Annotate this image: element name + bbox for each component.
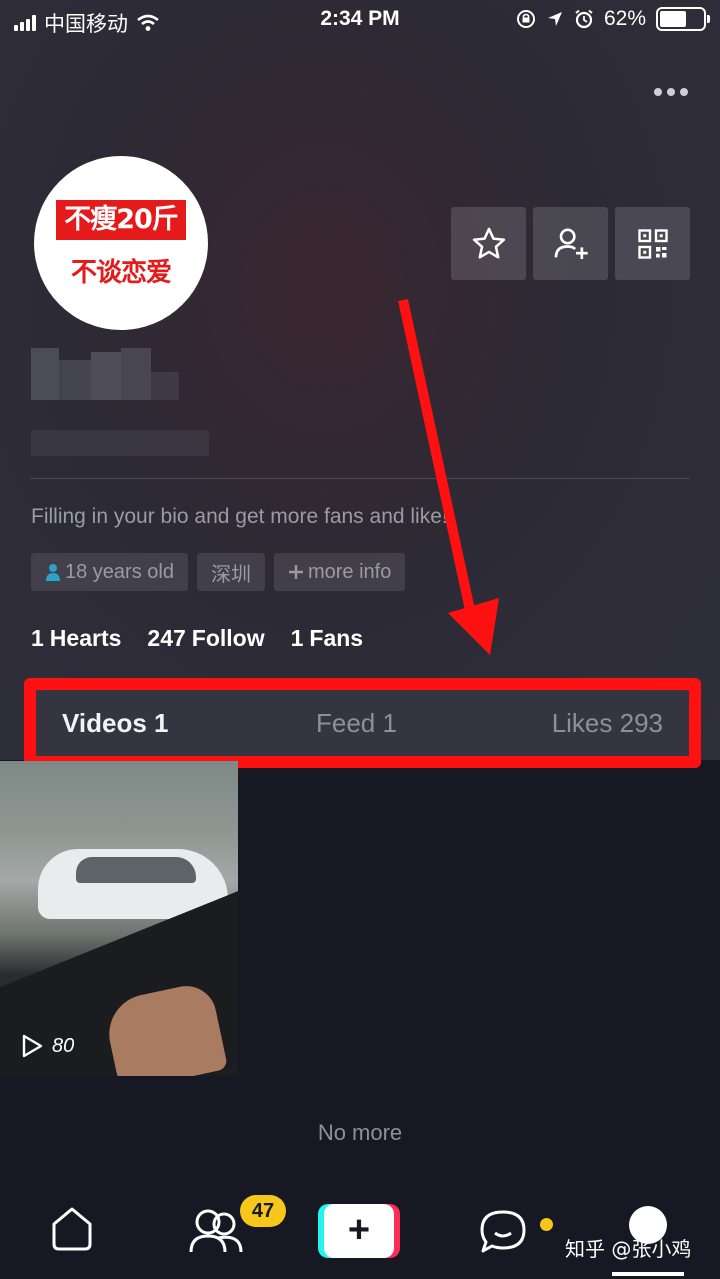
more-info-tag[interactable]: more info [273, 553, 406, 591]
plus-icon: + [324, 1204, 394, 1258]
age-label: 18 years old [65, 560, 174, 583]
favorite-button[interactable] [451, 207, 526, 280]
add-friend-button[interactable] [533, 207, 608, 280]
battery-level [660, 11, 687, 27]
nav-messages[interactable] [478, 1208, 528, 1261]
play-icon [22, 1034, 43, 1058]
nav-home[interactable] [48, 1204, 96, 1259]
star-icon [472, 227, 505, 259]
stat-fans-value: 1 [290, 625, 304, 651]
more-options-button[interactable] [654, 88, 688, 96]
friends-icon [189, 1209, 243, 1253]
create-button[interactable]: + [318, 1204, 400, 1258]
age-tag: 18 years old [31, 553, 188, 591]
rotation-lock-icon [516, 10, 535, 28]
battery-percent: 62% [603, 7, 646, 30]
stat-follow-value: 247 [147, 625, 186, 651]
home-icon [52, 1207, 92, 1251]
stat-follow[interactable]: 247 Follow [147, 625, 264, 652]
message-icon [480, 1210, 526, 1253]
status-bar: 中国移动 2:34 PM 62% [0, 0, 720, 40]
qr-code-icon [637, 228, 668, 259]
friends-badge: 47 [240, 1195, 286, 1227]
play-count-value: 80 [52, 1034, 75, 1057]
location-tag: 深圳 [196, 553, 265, 591]
avatar[interactable]: 不瘦20斤 不谈恋爱 [34, 156, 208, 330]
stat-hearts-label: Hearts [49, 625, 122, 651]
nav-friends[interactable] [188, 1208, 244, 1261]
battery-icon [656, 7, 710, 31]
profile-tags: 18 years old 深圳 more info [31, 553, 406, 591]
qr-code-button[interactable] [615, 207, 690, 280]
stat-hearts-value: 1 [31, 625, 44, 651]
stat-fans[interactable]: 1 Fans [291, 625, 363, 652]
person-icon [46, 564, 60, 581]
video-thumbnail[interactable]: 80 [0, 761, 238, 1076]
profile-divider [30, 478, 690, 479]
tab-videos[interactable]: Videos 1 [62, 708, 168, 739]
location-icon [547, 12, 562, 26]
message-notification-dot [540, 1218, 553, 1231]
avatar-text-line2: 不谈恋爱 [70, 258, 172, 288]
thumbnail-car-window [76, 857, 196, 883]
stat-hearts[interactable]: 1 Hearts [31, 625, 121, 652]
plus-icon [288, 565, 303, 579]
add-user-icon [554, 228, 588, 259]
tab-likes[interactable]: Likes 293 [552, 708, 663, 739]
bio-text[interactable]: Filling in your bio and get more fans an… [31, 505, 448, 529]
avatar-text-line1: 不瘦20斤 [56, 200, 186, 240]
location-label: 深圳 [210, 563, 251, 586]
stat-fans-label: Fans [309, 625, 364, 651]
nav-me-indicator [612, 1272, 684, 1276]
alarm-icon [575, 9, 593, 29]
more-info-label: more info [307, 560, 392, 583]
watermark-text: 知乎 @张小鸡 [565, 1237, 692, 1261]
content-tabs: Videos 1 Feed 1 Likes 293 [24, 678, 701, 768]
stat-follow-label: Follow [191, 625, 265, 651]
list-end-text: No more [317, 1120, 403, 1145]
profile-stats: 1 Hearts 247 Follow 1 Fans [31, 625, 363, 652]
status-right: 62% [516, 7, 710, 31]
tab-feed[interactable]: Feed 1 [316, 708, 397, 739]
play-count: 80 [20, 1033, 74, 1059]
